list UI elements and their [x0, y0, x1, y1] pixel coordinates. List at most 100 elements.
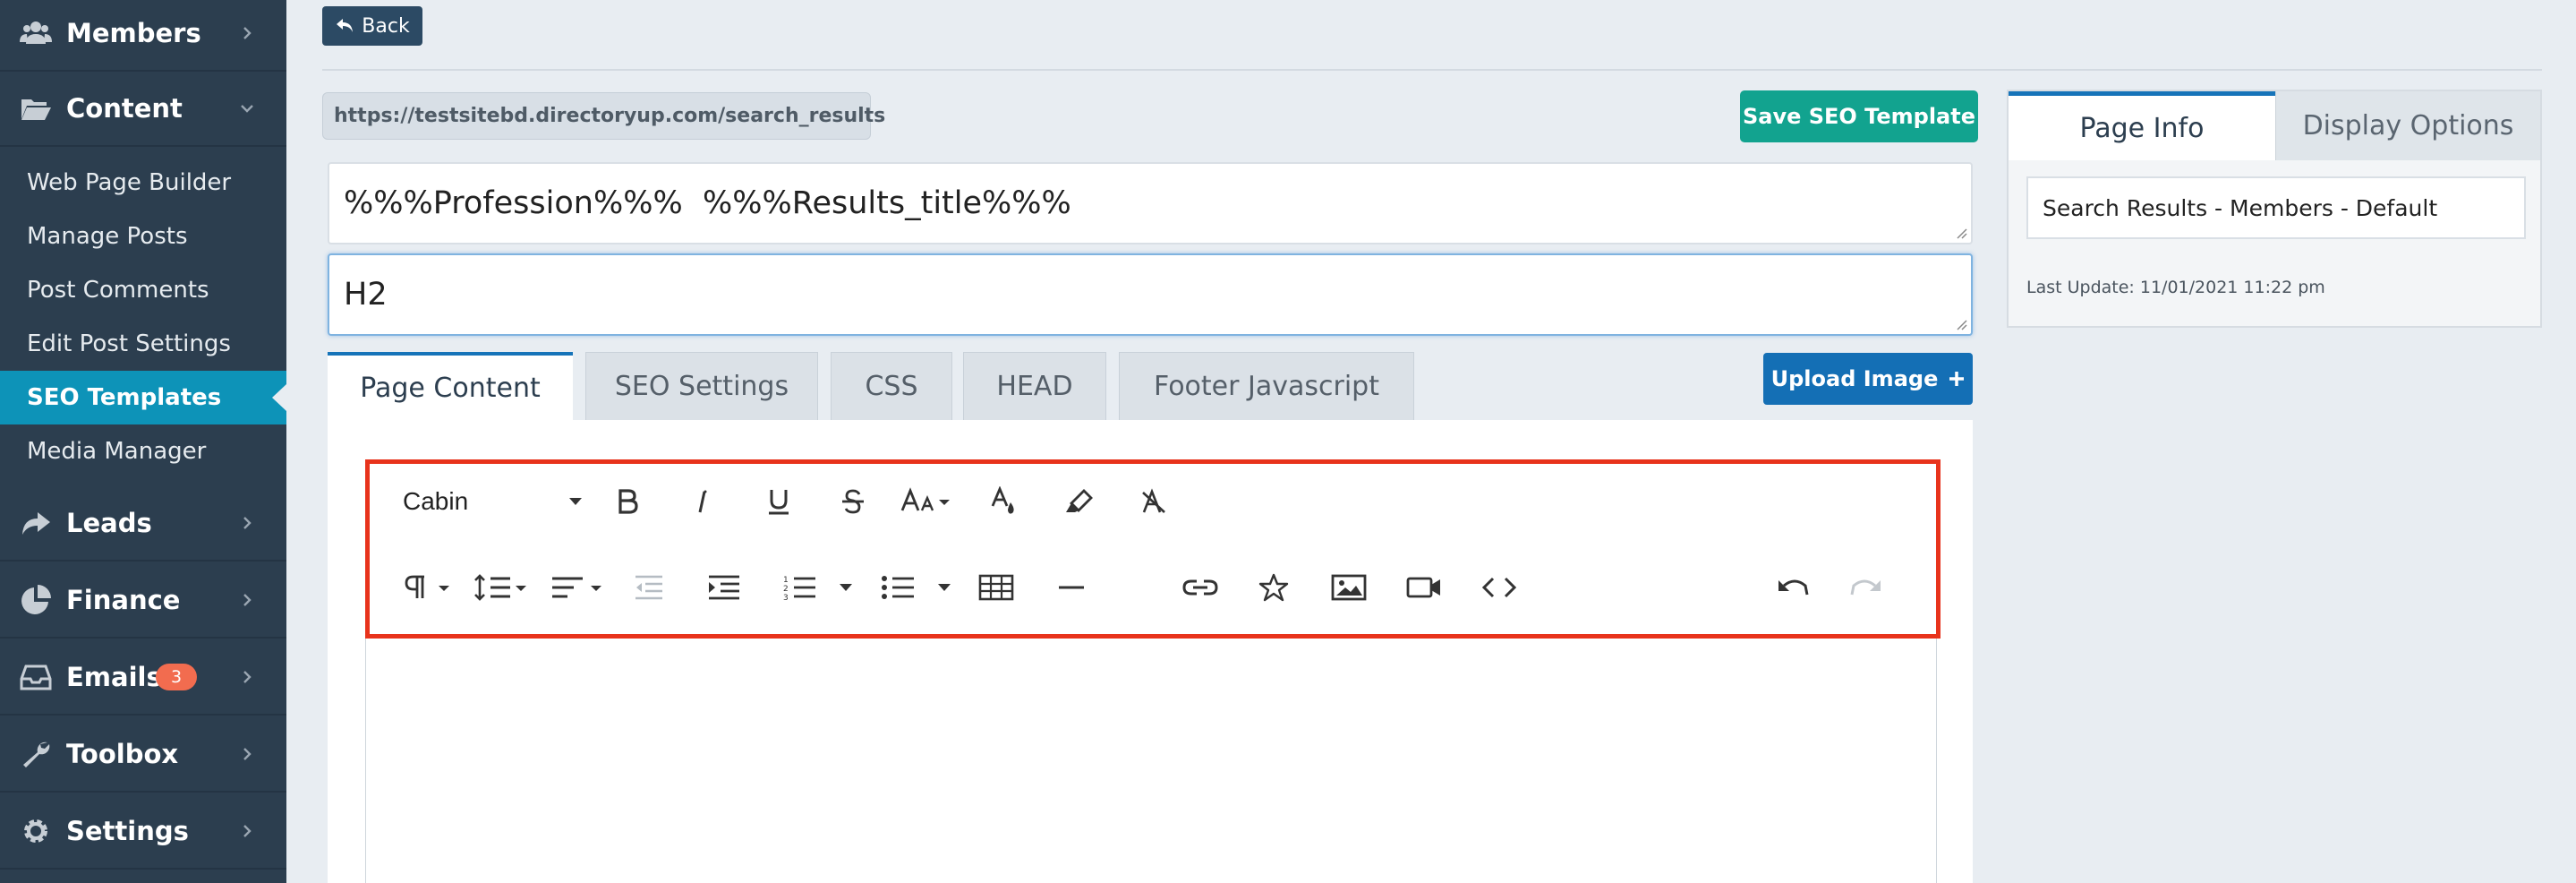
ordered-list-icon: 123: [783, 576, 815, 602]
line-height-button[interactable]: [471, 562, 532, 613]
ordered-list-button[interactable]: 123: [777, 562, 822, 613]
code-view-button[interactable]: [1477, 562, 1522, 613]
paragraph-icon: [405, 575, 449, 598]
caret-down-icon: [569, 498, 582, 505]
horizontal-rule-icon: [1059, 586, 1084, 589]
sidebar: Members Content Web Page Builder Manage …: [0, 0, 286, 883]
insert-video-button[interactable]: [1402, 562, 1446, 613]
share-icon: [22, 512, 50, 535]
gear-icon: [24, 819, 47, 843]
page-info-panel: Page Info Display Options Search Results…: [2007, 90, 2542, 328]
ordered-list-dropdown[interactable]: [834, 562, 857, 613]
table-button[interactable]: [974, 562, 1019, 613]
tab-page-content[interactable]: Page Content: [328, 352, 573, 420]
insert-image-button[interactable]: [1326, 562, 1371, 613]
sidebar-item-label: Content: [66, 93, 183, 124]
unordered-list-button[interactable]: [875, 562, 920, 613]
chevron-right-icon: [243, 517, 252, 529]
redo-icon: [1850, 579, 1881, 596]
undo-icon: [1778, 579, 1809, 596]
sidebar-subitem-seo-templates[interactable]: SEO Templates: [0, 371, 286, 424]
code-icon: [1481, 577, 1517, 598]
sidebar-subitem-label: Media Manager: [27, 438, 207, 465]
italic-button[interactable]: [680, 476, 725, 527]
chevron-down-icon: [241, 105, 253, 113]
sidebar-item-label: Members: [66, 18, 201, 48]
upload-image-button[interactable]: Upload Image: [1763, 353, 1973, 405]
resize-grip-icon[interactable]: [1955, 318, 1967, 330]
chevron-right-icon: [243, 671, 252, 683]
paragraph-format-button[interactable]: [401, 562, 455, 613]
strikethrough-button[interactable]: [831, 476, 875, 527]
sidebar-item-label: Settings: [66, 816, 189, 846]
sidebar-subitem-media-manager[interactable]: Media Manager: [0, 424, 286, 478]
caret-down-icon: [840, 584, 852, 591]
chevron-right-icon: [243, 594, 252, 606]
sidebar-item-label: Toolbox: [66, 739, 179, 769]
tab-display-options[interactable]: Display Options: [2275, 91, 2540, 160]
highlight-button[interactable]: [1056, 476, 1101, 527]
bold-button[interactable]: [605, 476, 650, 527]
highlight-icon: [1066, 489, 1093, 512]
link-button[interactable]: [1178, 562, 1223, 613]
sidebar-subitem-manage-posts[interactable]: Manage Posts: [0, 210, 286, 263]
sidebar-item-label: Finance: [66, 585, 181, 615]
align-icon: [552, 577, 601, 598]
save-seo-template-button[interactable]: Save SEO Template: [1740, 90, 1978, 142]
link-icon: [1182, 579, 1218, 596]
page-name-field[interactable]: Search Results - Members - Default: [2026, 176, 2526, 239]
underline-icon: [769, 490, 789, 515]
video-icon: [1406, 577, 1440, 598]
sidebar-item-content[interactable]: Content: [0, 72, 286, 147]
unordered-list-icon: [882, 576, 914, 599]
font-size-button[interactable]: [897, 476, 961, 527]
emails-count-badge: 3: [156, 664, 197, 690]
align-button[interactable]: [548, 562, 609, 613]
unordered-list-dropdown[interactable]: [933, 562, 956, 613]
sidebar-item-leads[interactable]: Leads: [0, 486, 286, 562]
font-color-icon: [991, 486, 1014, 514]
undo-button[interactable]: [1770, 562, 1815, 613]
page-url: https://testsitebd.directoryup.com/searc…: [322, 92, 885, 140]
page-name-value: Search Results - Members - Default: [2043, 194, 2438, 221]
sidebar-subitem-edit-post-settings[interactable]: Edit Post Settings: [0, 317, 286, 371]
special-character-button[interactable]: [1251, 562, 1296, 613]
sidebar-subitem-label: Post Comments: [27, 277, 209, 304]
back-button[interactable]: Back: [322, 6, 422, 46]
horizontal-rule-button[interactable]: [1049, 562, 1094, 613]
redo-button[interactable]: [1844, 562, 1889, 613]
underline-button[interactable]: [756, 476, 801, 527]
h2-field[interactable]: H2: [328, 253, 1973, 336]
sidebar-subitem-web-page-builder[interactable]: Web Page Builder: [0, 156, 286, 210]
font-family-select[interactable]: Cabin: [403, 476, 582, 527]
indent-icon: [709, 575, 739, 600]
sidebar-item-toolbox[interactable]: Toolbox: [0, 717, 286, 793]
tab-footer-javascript[interactable]: Footer Javascript: [1119, 352, 1414, 420]
divider: [322, 69, 2542, 71]
folder-open-icon: [21, 99, 51, 120]
font-color-button[interactable]: [981, 476, 1026, 527]
outdent-button[interactable]: [627, 562, 671, 613]
star-icon: [1258, 573, 1289, 602]
chevron-right-icon: [243, 825, 252, 837]
sidebar-subitem-label: Manage Posts: [27, 223, 188, 250]
tab-head[interactable]: HEAD: [963, 352, 1106, 420]
table-icon: [978, 574, 1014, 601]
tab-css[interactable]: CSS: [831, 352, 952, 420]
editor-content-area[interactable]: [365, 639, 1937, 883]
pie-chart-icon: [21, 585, 51, 614]
sidebar-item-settings[interactable]: Settings: [0, 794, 286, 870]
tab-page-info[interactable]: Page Info: [2009, 91, 2275, 160]
sidebar-item-members[interactable]: Members: [0, 0, 286, 72]
upload-image-label: Upload Image: [1770, 366, 1939, 391]
resize-grip-icon[interactable]: [1955, 227, 1967, 239]
h1-field[interactable]: %%%Profession%%% %%%Results_title%%%: [328, 162, 1973, 244]
tab-seo-settings[interactable]: SEO Settings: [585, 352, 818, 420]
sidebar-item-emails[interactable]: Emails 3: [0, 640, 286, 716]
h1-field-value: %%%Profession%%% %%%Results_title%%%: [344, 185, 1071, 221]
indent-button[interactable]: [702, 562, 746, 613]
clear-format-button[interactable]: [1131, 476, 1176, 527]
sidebar-item-finance[interactable]: Finance: [0, 563, 286, 639]
sidebar-subitem-post-comments[interactable]: Post Comments: [0, 263, 286, 317]
h2-field-value: H2: [344, 277, 388, 313]
